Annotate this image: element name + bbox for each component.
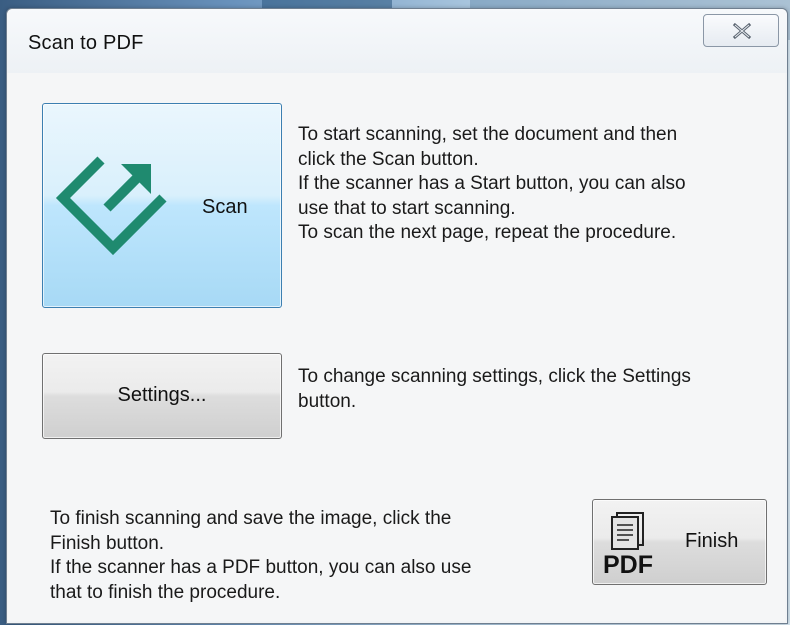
- scan-instruction-line: If the scanner has a Start button, you c…: [298, 173, 686, 194]
- close-icon: [732, 23, 752, 39]
- finish-button-label: Finish: [685, 530, 739, 552]
- settings-instructions: To change scanning settings, click the S…: [298, 365, 691, 414]
- pdf-document-icon: PDF: [603, 512, 653, 576]
- scan-instructions: To start scanning, set the document and …: [298, 123, 686, 246]
- settings-instruction-line: To change scanning settings, click the S…: [298, 366, 691, 387]
- close-button[interactable]: [703, 14, 779, 47]
- finish-instruction-line: Finish button.: [50, 532, 165, 554]
- finish-instructions: To finish scanning and save the image, c…: [50, 507, 471, 605]
- scan-to-pdf-dialog: Scan to PDF Scan To start scanning, set …: [6, 8, 788, 624]
- scan-instruction-line: To start scanning, set the document and …: [298, 124, 678, 145]
- title-bar: Scan to PDF: [7, 9, 787, 73]
- settings-button[interactable]: Settings...: [42, 353, 282, 439]
- dialog-body: Scan To start scanning, set the document…: [8, 73, 785, 621]
- scan-arrow-icon: [55, 156, 167, 256]
- pdf-icon-text: PDF: [603, 551, 653, 576]
- finish-instruction-line: To finish scanning and save the image, c…: [50, 508, 452, 529]
- finish-instruction-line: that to finish the procedure.: [50, 581, 281, 603]
- scan-instruction-line: To scan the next page, repeat the proced…: [298, 222, 677, 243]
- settings-instruction-line: button.: [298, 390, 357, 412]
- scan-button[interactable]: Scan: [42, 103, 282, 308]
- scan-instruction-line: use that to start scanning.: [298, 197, 516, 219]
- scan-button-label: Scan: [202, 196, 248, 218]
- finish-instruction-line: If the scanner has a PDF button, you can…: [50, 557, 472, 578]
- finish-button[interactable]: PDF Finish: [592, 499, 767, 585]
- settings-button-label: Settings...: [117, 384, 207, 406]
- scan-instruction-line: click the Scan button.: [298, 148, 479, 170]
- window-title: Scan to PDF: [28, 32, 144, 54]
